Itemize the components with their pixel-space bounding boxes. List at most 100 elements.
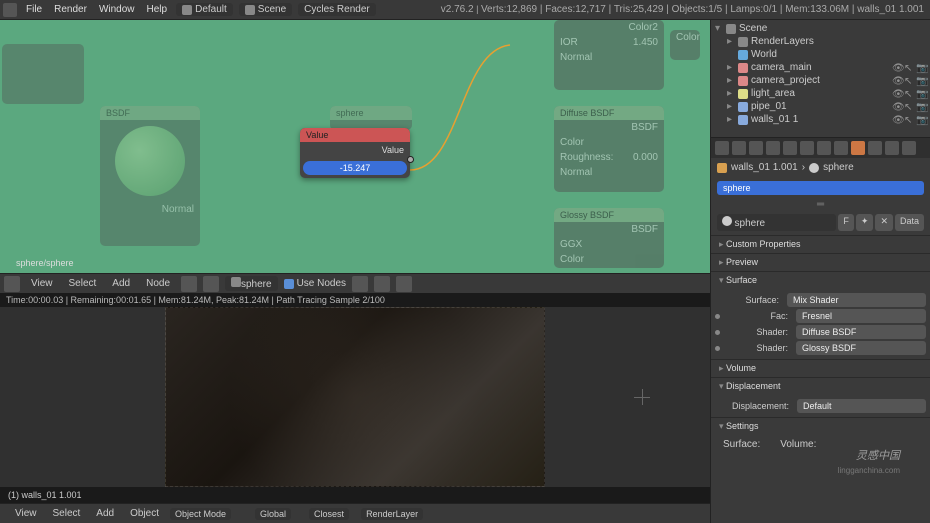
eye-icon[interactable]: 👁 xyxy=(892,63,902,73)
outliner-item-light[interactable]: ▸light_area👁↖📷 xyxy=(711,87,930,100)
node-bsdf-preview[interactable]: BSDF Normal xyxy=(100,106,200,246)
node-color-out[interactable]: Color xyxy=(670,30,700,60)
outliner-item-world[interactable]: World xyxy=(711,48,930,61)
shader1-selector[interactable]: Diffuse BSDF xyxy=(796,325,926,339)
layout-selector[interactable]: Default xyxy=(176,3,233,16)
menu-add[interactable]: Add xyxy=(107,278,135,289)
tab-particles-icon[interactable] xyxy=(885,141,899,155)
tab-modifiers-icon[interactable] xyxy=(817,141,831,155)
menu-object[interactable]: Object xyxy=(125,508,164,519)
copy-icon[interactable] xyxy=(396,276,412,292)
cursor-icon[interactable]: ↖ xyxy=(904,115,914,125)
node-glossy-bsdf[interactable]: Glossy BSDF BSDF GGX Color xyxy=(554,208,664,268)
snap-icon[interactable] xyxy=(374,276,390,292)
engine-selector[interactable]: Cycles Render xyxy=(298,3,376,16)
node-toggle[interactable]: ✦ xyxy=(856,214,874,231)
panel-volume[interactable]: Volume xyxy=(711,359,930,377)
menu-add[interactable]: Add xyxy=(91,508,119,519)
node-diffuse-bsdf[interactable]: Diffuse BSDF BSDF Color Roughness:0.000 … xyxy=(554,106,664,192)
scene-selector[interactable]: Scene xyxy=(239,3,292,16)
render-icon[interactable]: 📷 xyxy=(916,102,926,112)
unlink-button[interactable]: ✕ xyxy=(875,214,893,231)
menu-select[interactable]: Select xyxy=(48,508,86,519)
dist-value[interactable]: GGX xyxy=(560,239,582,250)
menu-help[interactable]: Help xyxy=(141,4,174,15)
orientation-selector[interactable]: Global xyxy=(255,508,291,520)
output-socket[interactable] xyxy=(407,156,414,163)
cursor-icon[interactable]: ↖ xyxy=(904,89,914,99)
eye-icon[interactable]: 👁 xyxy=(892,89,902,99)
outliner-item-scene[interactable]: ▾Scene xyxy=(711,22,930,35)
tab-data-icon[interactable] xyxy=(834,141,848,155)
outliner-item-renderlayers[interactable]: ▸RenderLayers xyxy=(711,35,930,48)
tab-texture-icon[interactable] xyxy=(868,141,882,155)
use-nodes-toggle[interactable]: Use Nodes xyxy=(284,278,346,289)
displacement-selector[interactable]: Default xyxy=(797,399,926,413)
material-name-field[interactable]: sphere xyxy=(717,214,836,231)
cursor-icon[interactable]: ↖ xyxy=(904,102,914,112)
render-icon[interactable]: 📷 xyxy=(916,63,926,73)
eye-icon[interactable]: 👁 xyxy=(892,115,902,125)
fac-selector[interactable]: Fresnel xyxy=(796,309,926,323)
outliner-item-camera[interactable]: ▸camera_main👁↖📷 xyxy=(711,61,930,74)
panel-header[interactable]: Displacement xyxy=(711,378,930,395)
data-link-selector[interactable]: Data xyxy=(895,214,924,231)
menu-file[interactable]: File xyxy=(20,4,48,15)
crumb-material[interactable]: sphere xyxy=(823,162,854,173)
eye-icon[interactable]: 👁 xyxy=(892,102,902,112)
value-field[interactable]: -15.247 xyxy=(303,161,407,175)
tree-type-icon[interactable] xyxy=(181,276,197,292)
outliner-item-camera[interactable]: ▸camera_project👁↖📷 xyxy=(711,74,930,87)
node-collapsed-1[interactable] xyxy=(2,44,84,104)
outliner[interactable]: ▾Scene ▸RenderLayers World ▸camera_main👁… xyxy=(711,20,930,138)
outliner-item-mesh[interactable]: ▸pipe_01👁↖📷 xyxy=(711,100,930,113)
snap-target[interactable]: Closest xyxy=(309,508,349,520)
panel-header[interactable]: Settings xyxy=(711,418,930,435)
tab-render-icon[interactable] xyxy=(715,141,729,155)
pin-icon[interactable] xyxy=(352,276,368,292)
fake-user-button[interactable]: F xyxy=(838,214,854,231)
renderlayer-selector[interactable]: RenderLayer xyxy=(361,508,423,520)
menu-view[interactable]: View xyxy=(26,278,58,289)
material-selector[interactable]: sphere xyxy=(225,276,278,291)
socket-dot[interactable] xyxy=(715,330,720,335)
ior-value[interactable]: 1.450 xyxy=(633,37,658,48)
node-editor-viewport[interactable]: BSDF Normal sphere Color2 IOR1.450 Norma… xyxy=(0,20,710,273)
tab-object-icon[interactable] xyxy=(783,141,797,155)
node-sphere-group[interactable]: sphere xyxy=(330,106,412,130)
tab-constraints-icon[interactable] xyxy=(800,141,814,155)
cursor-icon[interactable]: ↖ xyxy=(904,63,914,73)
tab-scene-icon[interactable] xyxy=(749,141,763,155)
eye-icon[interactable]: 👁 xyxy=(892,76,902,86)
tab-world-icon[interactable] xyxy=(766,141,780,155)
panel-header[interactable]: Surface xyxy=(711,272,930,289)
socket-dot[interactable] xyxy=(715,346,720,351)
node-value[interactable]: Value Value -15.247 xyxy=(300,128,410,178)
mode-selector[interactable]: Object Mode xyxy=(170,508,231,520)
material-slot[interactable]: sphere xyxy=(717,181,924,195)
menu-render[interactable]: Render xyxy=(48,4,93,15)
info-icon[interactable] xyxy=(3,3,17,17)
tab-physics-icon[interactable] xyxy=(902,141,916,155)
panel-preview[interactable]: Preview xyxy=(711,253,930,271)
editor-type-icon[interactable] xyxy=(4,276,20,292)
cursor-icon[interactable]: ↖ xyxy=(904,76,914,86)
node-upper[interactable]: Color2 IOR1.450 Normal xyxy=(554,20,664,90)
render-icon[interactable]: 📷 xyxy=(916,115,926,125)
surface-shader-selector[interactable]: Mix Shader xyxy=(787,293,926,307)
render-icon[interactable]: 📷 xyxy=(916,89,926,99)
menu-node[interactable]: Node xyxy=(141,278,175,289)
shader-type-icon[interactable] xyxy=(203,276,219,292)
render-icon[interactable]: 📷 xyxy=(916,76,926,86)
roughness-value[interactable]: 0.000 xyxy=(633,152,658,163)
socket-dot[interactable] xyxy=(715,314,720,319)
menu-view[interactable]: View xyxy=(10,508,42,519)
tab-material-icon[interactable] xyxy=(851,141,865,155)
shader2-selector[interactable]: Glossy BSDF xyxy=(796,341,926,355)
menu-window[interactable]: Window xyxy=(93,4,141,15)
menu-select[interactable]: Select xyxy=(64,278,102,289)
tab-layers-icon[interactable] xyxy=(732,141,746,155)
render-slot-label[interactable]: (1) walls_01 1.001 xyxy=(0,487,710,503)
crumb-object[interactable]: walls_01 1.001 xyxy=(731,162,798,173)
outliner-item-mesh[interactable]: ▸walls_01 1👁↖📷 xyxy=(711,113,930,126)
